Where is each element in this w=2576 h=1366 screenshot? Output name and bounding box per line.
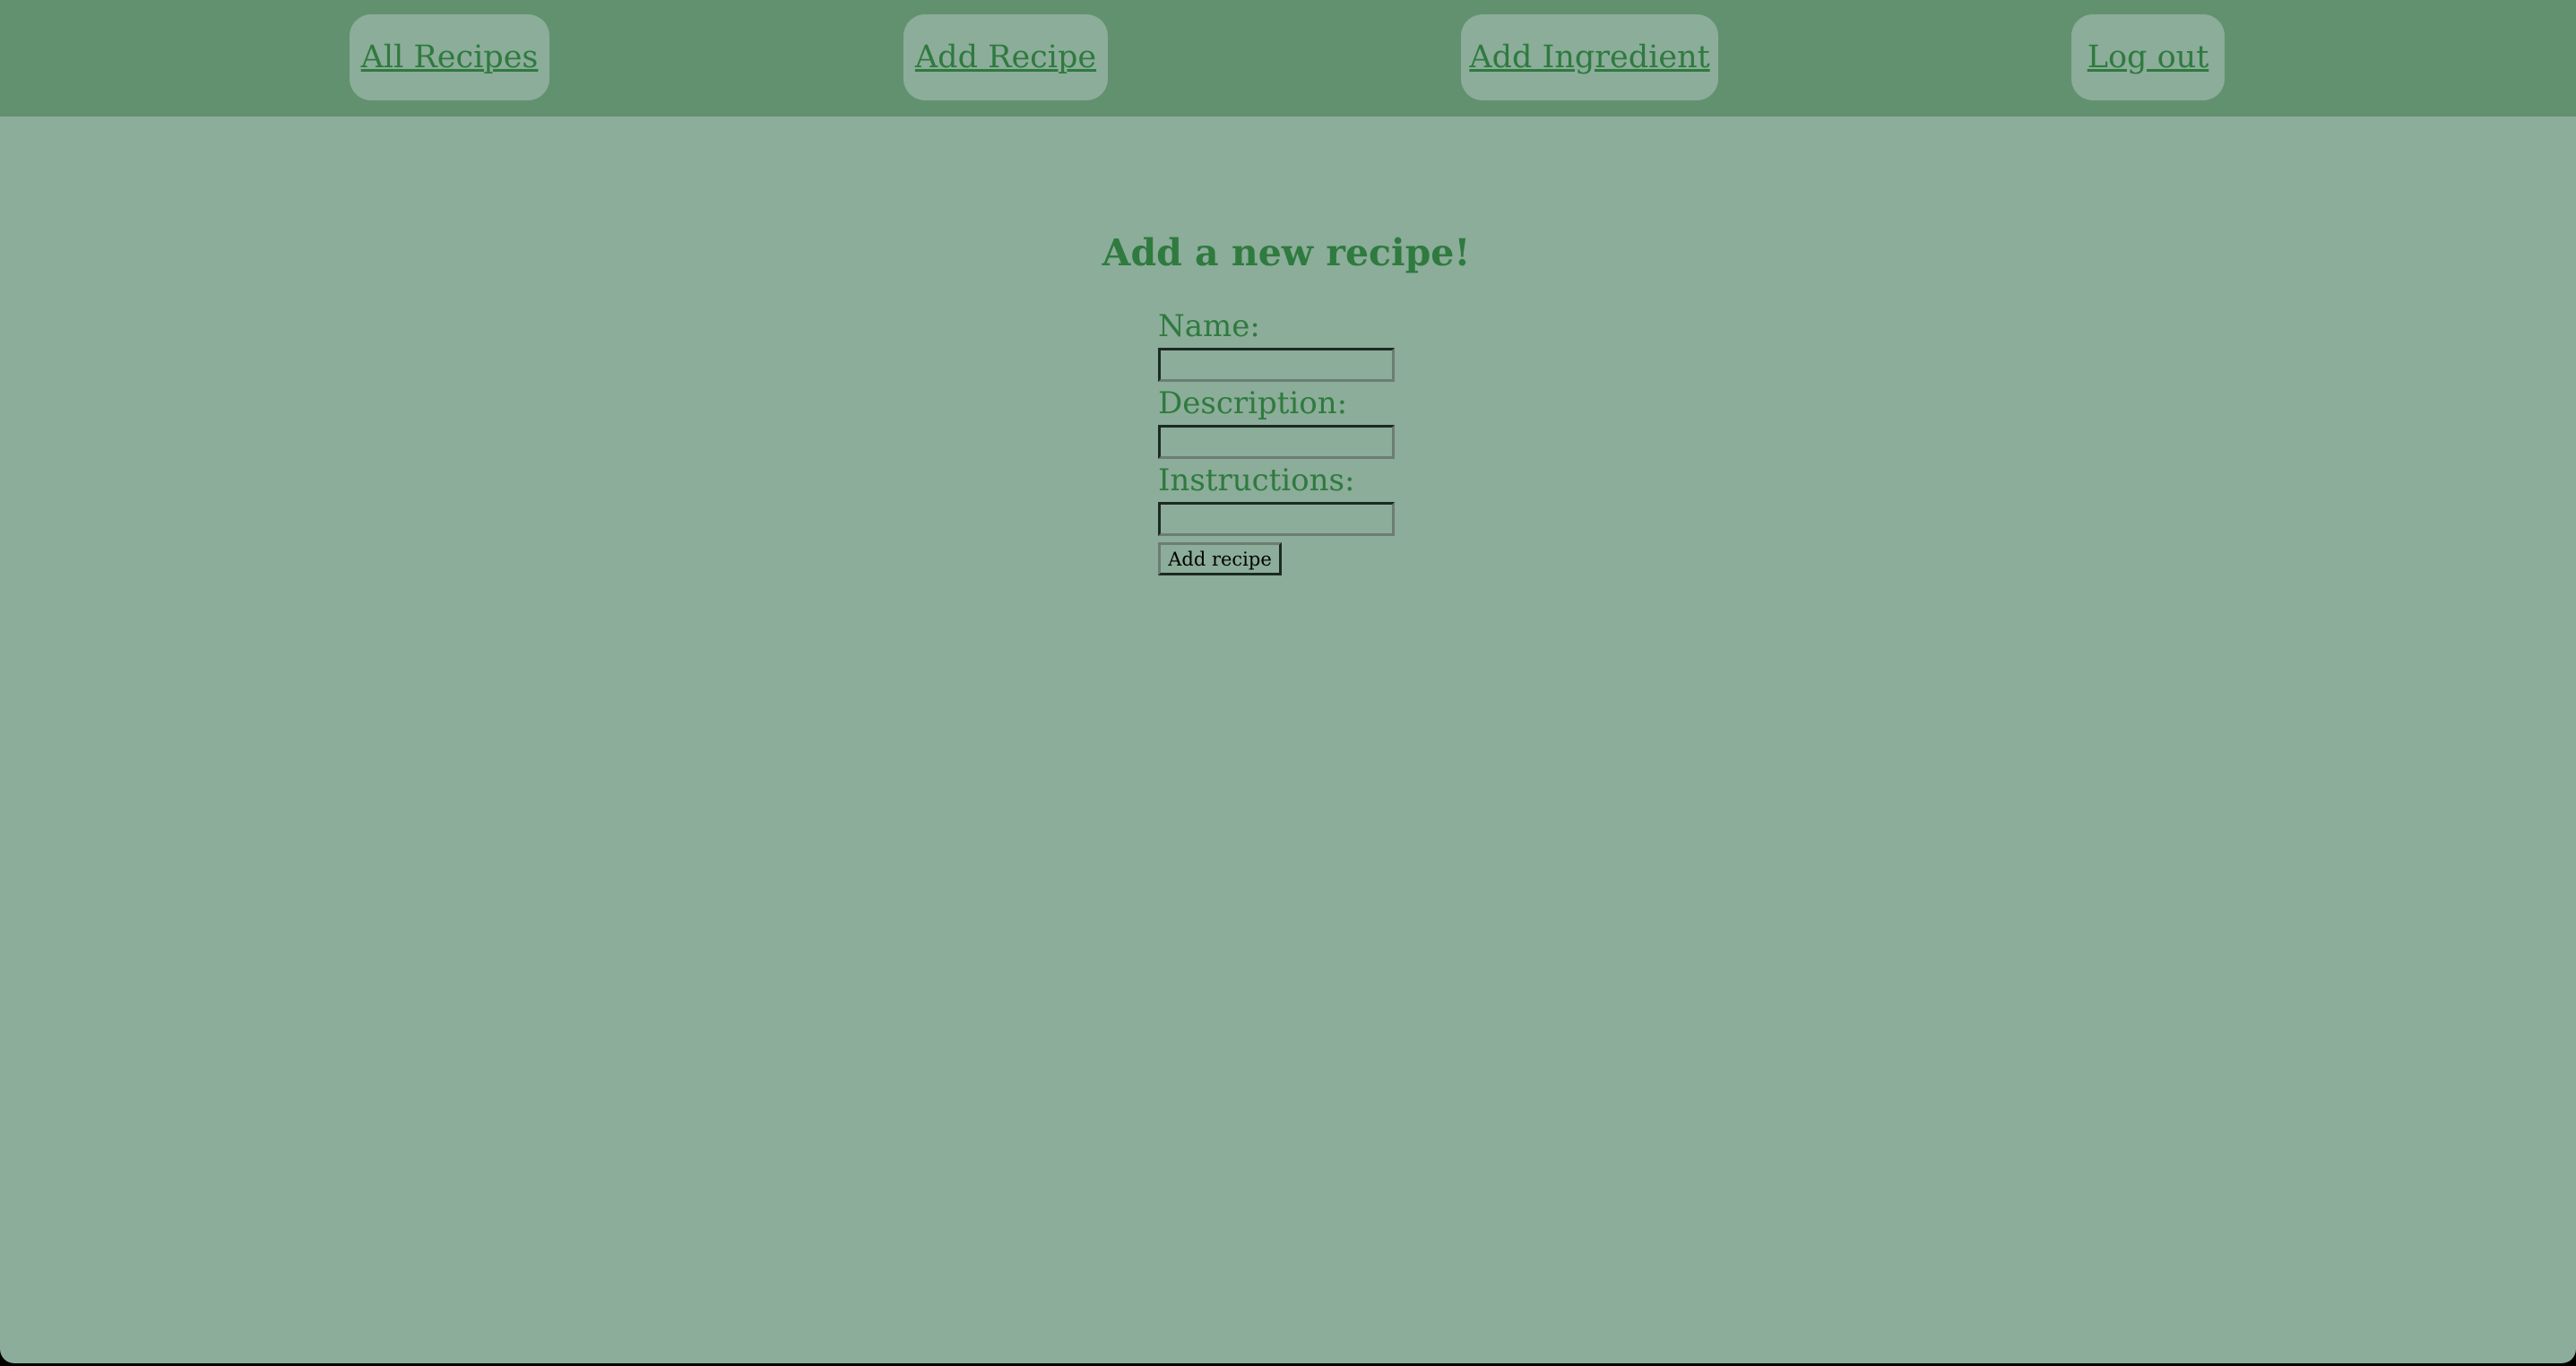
nav-link-all-recipes[interactable]: All Recipes — [350, 14, 549, 100]
name-input[interactable] — [1158, 348, 1395, 382]
add-recipe-form: Name: Description: Instructions: Add rec… — [1158, 305, 1395, 575]
top-navbar: All Recipes Add Recipe Add Ingredient Lo… — [0, 0, 2576, 117]
instructions-label: Instructions: — [1158, 463, 1355, 498]
page-title: Add a new recipe! — [1102, 231, 1471, 274]
name-label: Name: — [1158, 308, 1260, 344]
description-input[interactable] — [1158, 425, 1395, 459]
browser-viewport: All Recipes Add Recipe Add Ingredient Lo… — [0, 0, 2576, 1363]
nav-link-add-ingredient[interactable]: Add Ingredient — [1461, 14, 1718, 100]
nav-link-log-out[interactable]: Log out — [2071, 14, 2225, 100]
nav-link-add-recipe[interactable]: Add Recipe — [903, 14, 1108, 100]
description-label: Description: — [1158, 385, 1348, 421]
add-recipe-button[interactable]: Add recipe — [1158, 542, 1282, 575]
instructions-input[interactable] — [1158, 502, 1395, 536]
